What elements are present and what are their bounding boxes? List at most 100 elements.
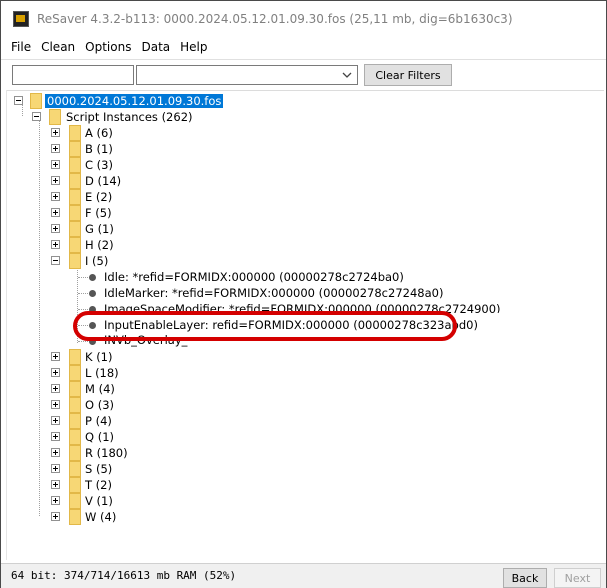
group-label[interactable]: E (2): [85, 190, 112, 204]
tree-root[interactable]: 0000.2024.05.12.01.09.30.fos: [7, 93, 307, 109]
folder-icon: [69, 381, 81, 397]
item-label[interactable]: Idle: *refid=FORMIDX:000000 (00000278c27…: [104, 270, 404, 284]
expand-icon[interactable]: [51, 208, 60, 217]
tree-group[interactable]: R (180): [7, 445, 207, 461]
group-label[interactable]: A (6): [85, 126, 113, 140]
folder-icon: [69, 221, 81, 237]
group-label[interactable]: C (3): [85, 158, 113, 172]
tree-group[interactable]: M (4): [7, 381, 207, 397]
next-button[interactable]: Next: [554, 568, 601, 588]
folder-icon: [69, 253, 81, 269]
tree-group[interactable]: K (1): [7, 349, 207, 365]
bullet-icon: [89, 290, 96, 297]
group-label[interactable]: T (2): [85, 478, 112, 492]
menu-options[interactable]: Options: [80, 40, 136, 54]
clear-filters-button[interactable]: Clear Filters: [364, 64, 452, 86]
annotation-circle: [73, 311, 457, 341]
folder-icon: [69, 365, 81, 381]
menu-clean[interactable]: Clean: [36, 40, 80, 54]
tree-group[interactable]: V (1): [7, 493, 207, 509]
tree-group[interactable]: H (2): [7, 237, 207, 253]
group-label[interactable]: H (2): [85, 238, 114, 252]
group-label[interactable]: B (1): [85, 142, 113, 156]
filter-input[interactable]: [12, 65, 134, 85]
collapse-icon[interactable]: [32, 112, 41, 121]
group-label[interactable]: F (5): [85, 206, 112, 220]
tree-group[interactable]: T (2): [7, 477, 207, 493]
expand-icon[interactable]: [51, 480, 60, 489]
group-label[interactable]: D (14): [85, 174, 121, 188]
menu-data[interactable]: Data: [136, 40, 175, 54]
group-label[interactable]: Q (1): [85, 430, 114, 444]
chevron-down-icon: [342, 72, 352, 78]
group-label[interactable]: S (5): [85, 462, 112, 476]
group-label[interactable]: O (3): [85, 398, 114, 412]
group-label[interactable]: K (1): [85, 350, 113, 364]
expand-icon[interactable]: [51, 512, 60, 521]
folder-icon: [69, 349, 81, 365]
folder-icon: [69, 413, 81, 429]
expand-icon[interactable]: [51, 192, 60, 201]
group-label[interactable]: M (4): [85, 382, 115, 396]
tree-group[interactable]: S (5): [7, 461, 207, 477]
expand-icon[interactable]: [51, 144, 60, 153]
title-bar[interactable]: ReSaver 4.3.2-b113: 0000.2024.05.12.01.0…: [1, 1, 606, 37]
expand-icon[interactable]: [51, 160, 60, 169]
folder-icon: [49, 109, 61, 125]
script-instance-item[interactable]: IdleMarker: *refid=FORMIDX:000000 (00000…: [7, 285, 567, 301]
bullet-icon: [89, 274, 96, 281]
expand-icon[interactable]: [51, 176, 60, 185]
folder-icon: [69, 477, 81, 493]
menu-bar: File Clean Options Data Help: [1, 37, 606, 57]
expand-icon[interactable]: [51, 432, 60, 441]
expand-icon[interactable]: [51, 416, 60, 425]
folder-icon: [69, 493, 81, 509]
group-label[interactable]: R (180): [85, 446, 128, 460]
tree-group[interactable]: F (5): [7, 205, 207, 221]
tree-group[interactable]: G (1): [7, 221, 207, 237]
group-label[interactable]: I (5): [85, 254, 108, 268]
tree-group[interactable]: Q (1): [7, 429, 207, 445]
back-button[interactable]: Back: [503, 568, 547, 588]
expand-icon[interactable]: [51, 448, 60, 457]
script-instance-item[interactable]: Idle: *refid=FORMIDX:000000 (00000278c27…: [7, 269, 567, 285]
group-label[interactable]: W (4): [85, 510, 116, 524]
tree-group[interactable]: C (3): [7, 157, 207, 173]
expand-icon[interactable]: [51, 400, 60, 409]
tree-group[interactable]: O (3): [7, 397, 207, 413]
expand-icon[interactable]: [51, 352, 60, 361]
group-label[interactable]: G (1): [85, 222, 114, 236]
folder-icon: [69, 173, 81, 189]
item-label[interactable]: IdleMarker: *refid=FORMIDX:000000 (00000…: [104, 286, 443, 300]
expand-icon[interactable]: [51, 384, 60, 393]
menu-help[interactable]: Help: [175, 40, 212, 54]
menu-file[interactable]: File: [1, 40, 36, 54]
tree-group[interactable]: A (6): [7, 125, 207, 141]
node-label[interactable]: Script Instances (262): [66, 110, 193, 124]
tree-group[interactable]: E (2): [7, 189, 207, 205]
tree-group[interactable]: B (1): [7, 141, 207, 157]
tree-group[interactable]: P (4): [7, 413, 207, 429]
group-label[interactable]: V (1): [85, 494, 113, 508]
folder-icon: [69, 125, 81, 141]
expand-icon[interactable]: [51, 224, 60, 233]
group-label[interactable]: L (18): [85, 366, 119, 380]
tree-group[interactable]: L (18): [7, 365, 207, 381]
expand-icon[interactable]: [51, 128, 60, 137]
tree-group-expanded[interactable]: I (5): [7, 253, 207, 269]
root-label[interactable]: 0000.2024.05.12.01.09.30.fos: [45, 94, 224, 108]
tree-group[interactable]: W (4): [7, 509, 207, 525]
window-title: ReSaver 4.3.2-b113: 0000.2024.05.12.01.0…: [37, 12, 513, 26]
filter-combo[interactable]: [136, 65, 358, 85]
group-label[interactable]: P (4): [85, 414, 112, 428]
tree-group[interactable]: D (14): [7, 173, 207, 189]
expand-icon[interactable]: [51, 496, 60, 505]
expand-icon[interactable]: [51, 368, 60, 377]
folder-icon: [69, 397, 81, 413]
tree-node-script-instances[interactable]: Script Instances (262): [7, 109, 307, 125]
collapse-icon[interactable]: [14, 96, 23, 105]
folder-icon: [69, 509, 81, 525]
expand-icon[interactable]: [51, 240, 60, 249]
expand-icon[interactable]: [51, 464, 60, 473]
collapse-icon[interactable]: [51, 256, 60, 265]
